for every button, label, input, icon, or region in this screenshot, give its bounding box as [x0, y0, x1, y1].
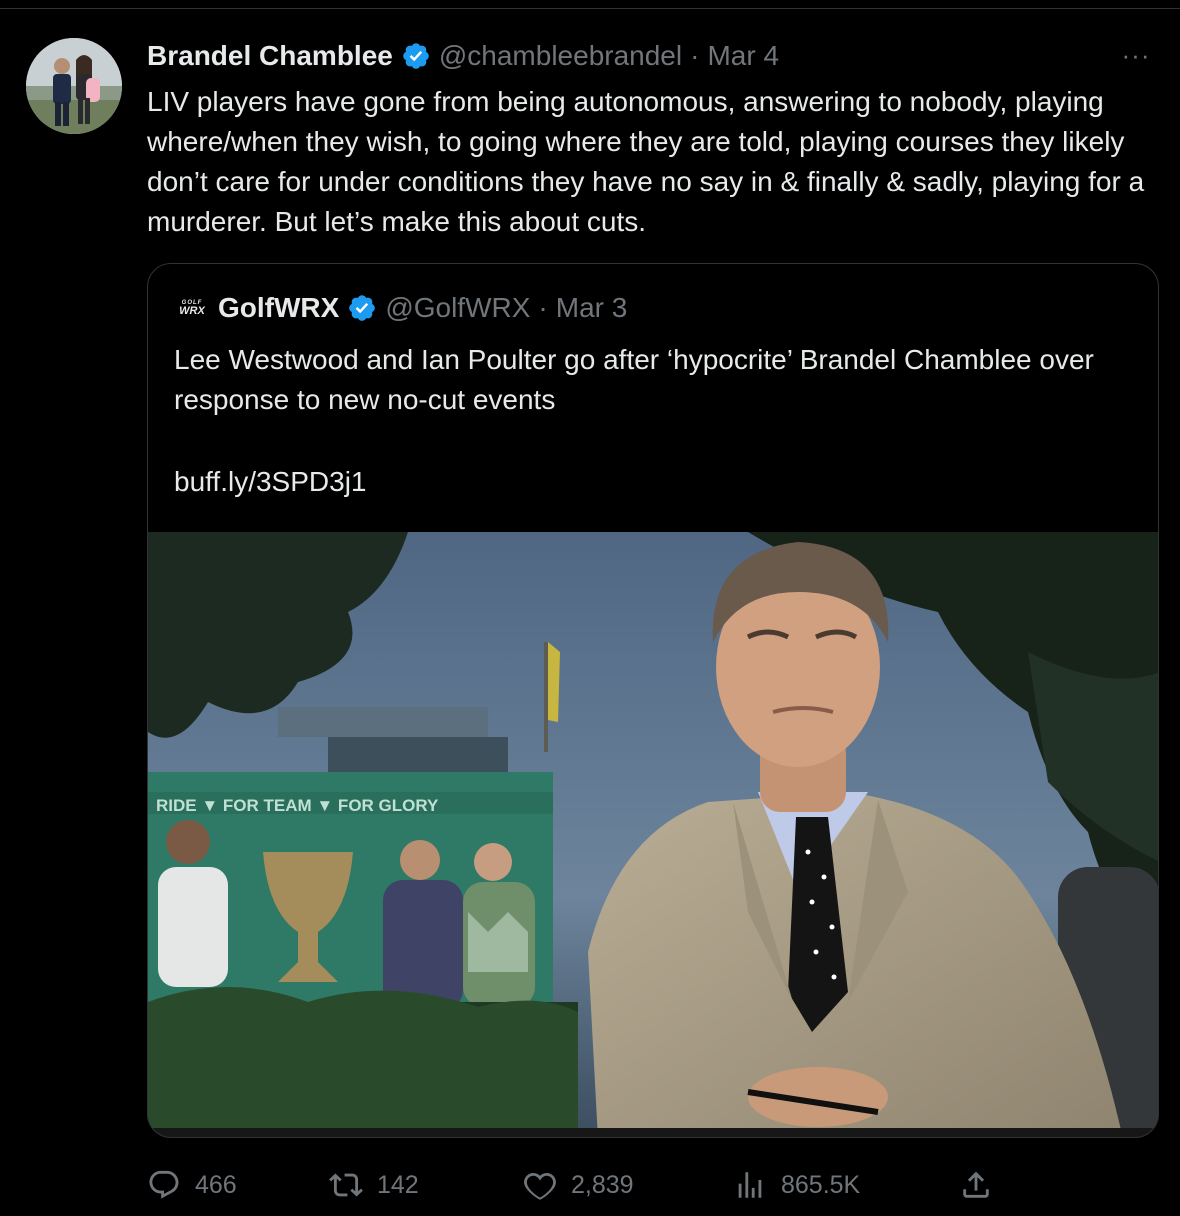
analytics-icon — [738, 1172, 762, 1198]
tweet-actions: 466 142 2,839 865.5K — [147, 1160, 1007, 1210]
photo-illustration: RIDE ▼ FOR TEAM ▼ FOR GLORY — [148, 532, 1158, 1137]
more-options-button[interactable]: ··· — [1118, 40, 1154, 70]
svg-text:RIDE ▼ FOR TEAM ▼ FOR GLORY: RIDE ▼ FOR TEAM ▼ FOR GLORY — [156, 796, 439, 815]
retweet-button[interactable]: 142 — [329, 1160, 419, 1210]
views-button[interactable]: 865.5K — [733, 1160, 860, 1210]
quoted-tweet-header: GOLF WRX GolfWRX @GolfWRX · Mar 3 — [174, 290, 627, 326]
more-horizontal-icon: ··· — [1121, 39, 1151, 70]
avatar[interactable] — [26, 38, 122, 134]
quoted-tweet-photo[interactable]: RIDE ▼ FOR TEAM ▼ FOR GLORY — [148, 532, 1158, 1137]
like-button[interactable]: 2,839 — [523, 1160, 634, 1210]
reply-button[interactable]: 466 — [147, 1160, 237, 1210]
verified-badge-icon — [401, 41, 431, 71]
share-button[interactable] — [959, 1160, 993, 1210]
tweet-header: Brandel Chamblee @chambleebrandel · Mar … — [147, 36, 779, 76]
verified-badge-icon — [347, 293, 377, 323]
quoted-tweet-link[interactable]: buff.ly/3SPD3j1 — [174, 462, 367, 502]
tweet[interactable]: Brandel Chamblee @chambleebrandel · Mar … — [0, 0, 1180, 1216]
quoted-date[interactable]: Mar 3 — [556, 292, 628, 324]
retweet-count: 142 — [377, 1170, 419, 1199]
reply-icon — [149, 1170, 179, 1199]
share-icon — [963, 1171, 989, 1198]
quoted-tweet-card[interactable]: GOLF WRX GolfWRX @GolfWRX · Mar 3 Lee We… — [147, 263, 1159, 1138]
quoted-display-name[interactable]: GolfWRX — [218, 292, 339, 324]
author-handle[interactable]: @chambleebrandel — [439, 40, 682, 72]
heart-icon — [524, 1172, 556, 1200]
avatar-photo — [26, 38, 122, 134]
golfwrx-avatar-logo[interactable]: GOLF WRX — [174, 297, 210, 319]
quoted-separator: · — [538, 292, 548, 323]
retweet-icon — [329, 1173, 363, 1197]
tweet-date[interactable]: Mar 4 — [707, 40, 779, 72]
view-count: 865.5K — [781, 1170, 861, 1199]
author-display-name[interactable]: Brandel Chamblee — [147, 40, 393, 72]
like-count: 2,839 — [571, 1170, 634, 1199]
tweet-text: LIV players have gone from being autonom… — [147, 86, 1145, 237]
quoted-handle[interactable]: @GolfWRX — [385, 292, 530, 324]
header-separator: · — [690, 40, 700, 71]
reply-count: 466 — [195, 1170, 237, 1199]
logo-text-bottom: WRX — [179, 304, 205, 317]
quoted-tweet-text: Lee Westwood and Ian Poulter go after ‘h… — [174, 344, 1094, 415]
